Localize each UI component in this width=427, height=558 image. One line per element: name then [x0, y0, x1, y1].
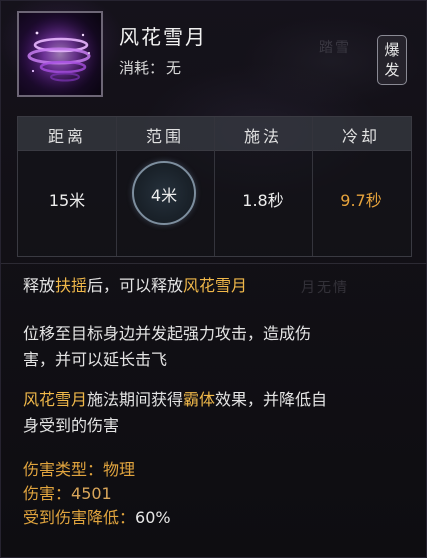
desc-line: 害，并可以延长击飞 — [23, 350, 168, 369]
desc-line: 位移至目标身边并发起强力攻击，造成伤 — [23, 324, 312, 343]
desc-text: 效果，并降低自 — [215, 390, 328, 409]
range-indicator-ring: 4米 — [132, 161, 196, 225]
cost-value: 无 — [166, 59, 182, 77]
description-line-1: 释放扶摇后，可以释放风花雪月 — [23, 273, 413, 299]
attr-label: 伤害： — [23, 484, 72, 503]
skill-tooltip-panel: 踏雪 月无情 风花雪月 消耗：无 爆 发 距离 范围 施法 冷却 15米 4米 … — [0, 0, 427, 558]
cost-row: 消耗：无 — [119, 57, 181, 78]
cost-label: 消耗： — [119, 59, 165, 77]
attribute-damage: 伤害：4501 — [23, 481, 413, 507]
burst-badge-char-1: 爆 — [384, 41, 400, 59]
background-watermark: 踏雪 — [319, 40, 351, 56]
desc-text: 施法期间获得 — [87, 390, 184, 409]
desc-text: 后，可以释放 — [87, 276, 184, 295]
attr-label: 伤害类型： — [23, 460, 104, 479]
description-paragraph-2: 位移至目标身边并发起强力攻击，造成伤 害，并可以延长击飞 — [23, 321, 413, 373]
desc-highlight-fuyao: 扶摇 — [55, 276, 88, 295]
attribute-damage-type: 伤害类型：物理 — [23, 457, 413, 483]
burst-badge-char-2: 发 — [384, 61, 400, 79]
attribute-damage-reduction: 受到伤害降低：60% — [23, 505, 413, 531]
header-cast: 施法 — [243, 127, 282, 146]
attr-value: 4501 — [71, 484, 112, 503]
section-divider — [1, 263, 427, 264]
burst-badge: 爆 发 — [377, 35, 407, 85]
desc-highlight-skill: 风花雪月 — [23, 390, 88, 409]
desc-text: 释放 — [23, 276, 56, 295]
header-range: 范围 — [145, 127, 184, 146]
value-cooldown: 9.7秒 — [340, 191, 382, 210]
attr-value: 60% — [135, 508, 171, 527]
description-paragraph-3: 风花雪月施法期间获得霸体效果，并降低自 身受到的伤害 — [23, 387, 413, 439]
header-cooldown: 冷却 — [341, 127, 380, 146]
header-distance: 距离 — [47, 127, 86, 146]
attr-value: 物理 — [103, 460, 136, 479]
value-distance: 15米 — [48, 191, 86, 210]
desc-highlight-superarmor: 霸体 — [183, 390, 216, 409]
value-range: 4米 — [150, 186, 178, 205]
value-cast: 1.8秒 — [242, 191, 284, 210]
skill-name: 风花雪月 — [119, 25, 207, 49]
purple-whirl-skill-icon — [17, 11, 103, 97]
stats-table: 距离 范围 施法 冷却 15米 4米 1.8秒 9.7秒 — [17, 116, 412, 257]
desc-line: 身受到的伤害 — [23, 416, 120, 435]
desc-line: 风花雪月施法期间获得霸体效果，并降低自 — [23, 387, 413, 413]
desc-highlight-skill: 风花雪月 — [183, 276, 248, 295]
attr-label: 受到伤害降低： — [23, 508, 136, 527]
